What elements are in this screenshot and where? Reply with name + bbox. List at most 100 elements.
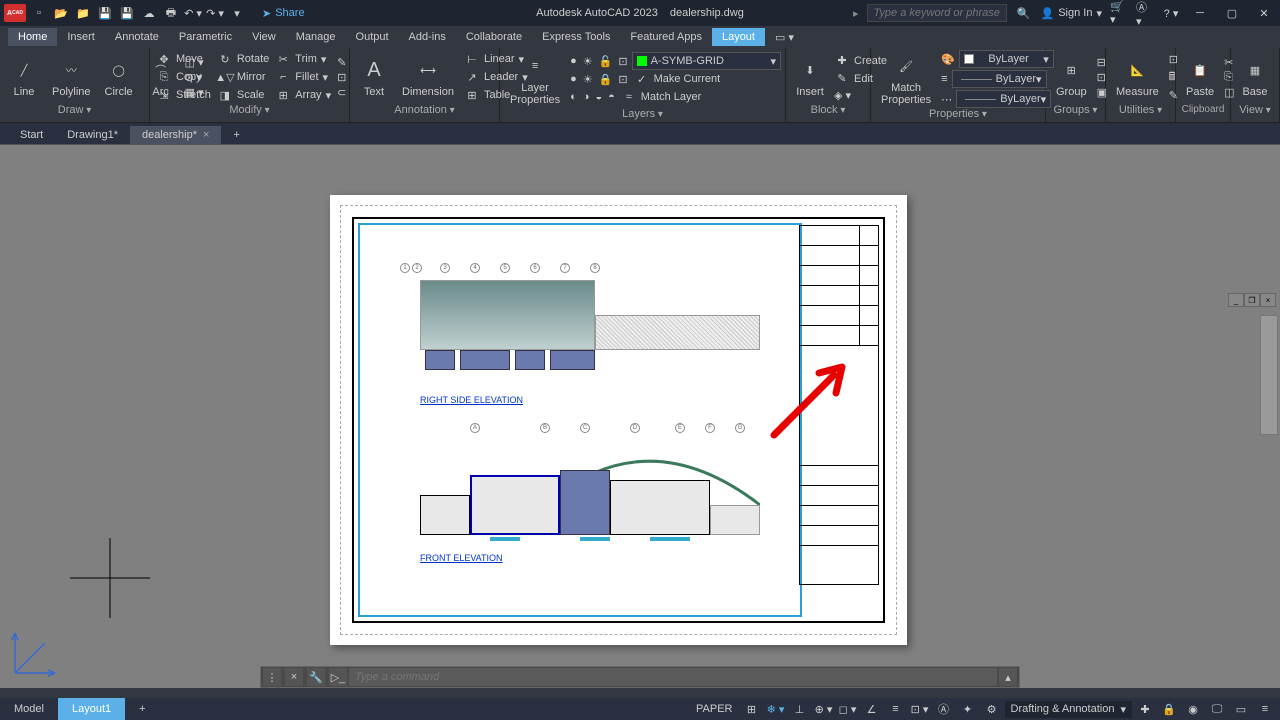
search-input[interactable]	[867, 4, 1007, 22]
mod-tool3[interactable]: ⊂	[335, 85, 348, 100]
close-tab-icon[interactable]: ×	[203, 129, 209, 141]
layer-tool2[interactable]: ☀	[581, 70, 595, 88]
snap-toggle[interactable]: ❄ ▾	[765, 700, 787, 718]
matchlayer-button[interactable]: ≈Match Layer	[619, 88, 704, 106]
ortho-toggle[interactable]: ⊥	[789, 700, 811, 718]
array-button[interactable]: ⊞Array ▾	[273, 86, 333, 104]
layout1-tab[interactable]: Layout1	[58, 698, 125, 720]
panel-annotation[interactable]: Annotation ▾	[354, 104, 495, 120]
tab-view[interactable]: View	[242, 28, 286, 46]
doctab-dealership[interactable]: dealership*×	[130, 126, 221, 144]
paste-button[interactable]: 📋Paste	[1180, 54, 1220, 100]
matchprops-button[interactable]: 🖌Match Properties	[875, 50, 937, 108]
measure-button[interactable]: 📐Measure	[1110, 54, 1165, 100]
app-icon[interactable]: A CAD	[4, 4, 26, 22]
command-input[interactable]	[349, 668, 997, 686]
panel-groups[interactable]: Groups ▾	[1050, 104, 1101, 120]
line-button[interactable]: ╱Line	[4, 54, 44, 100]
doctab-start[interactable]: Start	[8, 126, 55, 144]
panel-layers[interactable]: Layers ▾	[504, 108, 781, 120]
qat-dropdown-icon[interactable]: ▾	[228, 4, 246, 22]
layerprops-button[interactable]: ≡Layer Properties	[504, 50, 566, 108]
tab-annotate[interactable]: Annotate	[105, 28, 169, 46]
layer-state3[interactable]: 🔓	[597, 54, 615, 69]
annoscale-toggle[interactable]: ⊡ ▾	[909, 700, 931, 718]
workspace-dropdown[interactable]: Drafting & Annotation▾	[1005, 701, 1133, 718]
layer-tool5[interactable]: ◐	[568, 88, 579, 106]
layer-tool6[interactable]: ◑	[581, 88, 592, 106]
group-button[interactable]: ⊞Group	[1050, 54, 1093, 100]
fillet-button[interactable]: ⌐Fillet ▾	[273, 68, 333, 86]
app-store-icon[interactable]: Ⓐ ▾	[1136, 4, 1154, 22]
annoadd-toggle[interactable]: ✦	[957, 700, 979, 718]
qat-open-icon[interactable]: 📂	[52, 4, 70, 22]
titleblock[interactable]	[799, 225, 879, 617]
mod-tool1[interactable]: ✎	[335, 55, 348, 70]
qat-new-icon[interactable]: ▫	[30, 4, 48, 22]
mod-tool2[interactable]: ⊡	[335, 70, 348, 85]
gear-icon[interactable]: ⚙	[981, 700, 1003, 718]
ui-lock-icon[interactable]: 🔒	[1158, 700, 1180, 718]
qat-plot-icon[interactable]: 🖶	[162, 4, 180, 22]
layer-tool3[interactable]: 🔒	[597, 70, 615, 88]
layer-dropdown[interactable]: A-SYMB-GRID▾	[632, 52, 781, 70]
maximize-button[interactable]: ▢	[1220, 4, 1244, 22]
insert-button[interactable]: ⬇Insert	[790, 54, 830, 100]
panel-block[interactable]: Block ▾	[790, 104, 866, 120]
signin-button[interactable]: 👤 Sign In ▾	[1041, 7, 1102, 20]
command-line[interactable]: ⋮ × 🔧 ▷_ ▴	[260, 666, 1020, 688]
annovis-toggle[interactable]: Ⓐ	[933, 700, 955, 718]
search-icon[interactable]: 🔍	[1015, 4, 1033, 22]
layer-tool4[interactable]: ⊡	[616, 70, 629, 88]
isolate-toggle[interactable]: ◉	[1182, 700, 1204, 718]
cleanscreen-toggle[interactable]: ▭	[1230, 700, 1252, 718]
add-layout-button[interactable]: +	[125, 698, 159, 720]
polar-toggle[interactable]: ⊕ ▾	[813, 700, 835, 718]
tab-insert[interactable]: Insert	[57, 28, 105, 46]
linetype-dropdown[interactable]: ByLayer▾	[956, 90, 1051, 108]
qat-folder-icon[interactable]: 📁	[74, 4, 92, 22]
layer-state2[interactable]: ☀	[581, 54, 595, 69]
linetype-icon[interactable]: ⋯	[939, 90, 954, 108]
new-tab-button[interactable]: +	[221, 126, 251, 144]
tab-home[interactable]: Home	[8, 28, 57, 46]
minimize-button[interactable]: ─	[1188, 4, 1212, 22]
base-button[interactable]: ▦Base	[1235, 54, 1275, 100]
qat-save-icon[interactable]: 💾	[96, 4, 114, 22]
share-button[interactable]: ➤ Share	[262, 7, 305, 20]
inner-close[interactable]: ×	[1261, 294, 1275, 306]
text-button[interactable]: AText	[354, 54, 394, 100]
model-tab[interactable]: Model	[0, 698, 58, 720]
lineweight-dropdown[interactable]: ByLayer▾	[952, 70, 1047, 88]
qat-saveas-icon[interactable]: 💾	[118, 4, 136, 22]
drawing-canvas[interactable]: _ ❐ × 1 2 3 4 5 6 7 8	[0, 145, 1280, 688]
customize-status-icon[interactable]: ≡	[1254, 700, 1276, 718]
close-button[interactable]: ✕	[1252, 4, 1276, 22]
grid-toggle[interactable]: ⊞	[741, 700, 763, 718]
doctab-drawing1[interactable]: Drawing1*	[55, 126, 130, 144]
lineweight-toggle[interactable]: ≡	[885, 700, 907, 718]
qat-undo-icon[interactable]: ↶ ▾	[184, 4, 202, 22]
tab-extra-icon[interactable]: ▭ ▾	[765, 28, 804, 47]
circle-button[interactable]: ◯Circle	[99, 54, 139, 100]
search-arrow-icon[interactable]: ▸	[853, 7, 859, 20]
polyline-button[interactable]: 〰Polyline	[46, 54, 97, 100]
tab-layout[interactable]: Layout	[712, 28, 765, 46]
panel-modify[interactable]: Modify ▾	[154, 104, 345, 120]
hardware-toggle[interactable]: 🖵	[1206, 700, 1228, 718]
cmd-close-icon[interactable]: ×	[285, 668, 303, 686]
monitor-toggle[interactable]: ✚	[1134, 700, 1156, 718]
scale-button[interactable]: ◨Scale	[215, 86, 271, 104]
viewport[interactable]: 1 2 3 4 5 6 7 8 RIGHT SIDE ELEVATION A B	[358, 223, 802, 617]
makecurrent-button[interactable]: ✓Make Current	[632, 70, 723, 88]
tab-express[interactable]: Express Tools	[532, 28, 620, 46]
navigation-bar[interactable]	[1260, 315, 1278, 435]
trim-button[interactable]: ✂Trim ▾	[273, 50, 333, 68]
layer-tool8[interactable]: ◓	[606, 88, 617, 106]
layer-tool7[interactable]: ◒	[593, 88, 604, 106]
cmd-history-icon[interactable]: ▴	[999, 668, 1017, 686]
tab-output[interactable]: Output	[346, 28, 399, 46]
inner-minimize[interactable]: _	[1229, 294, 1243, 306]
layer-tool1[interactable]: ●	[568, 70, 579, 88]
layer-state1[interactable]: ●	[568, 54, 579, 68]
